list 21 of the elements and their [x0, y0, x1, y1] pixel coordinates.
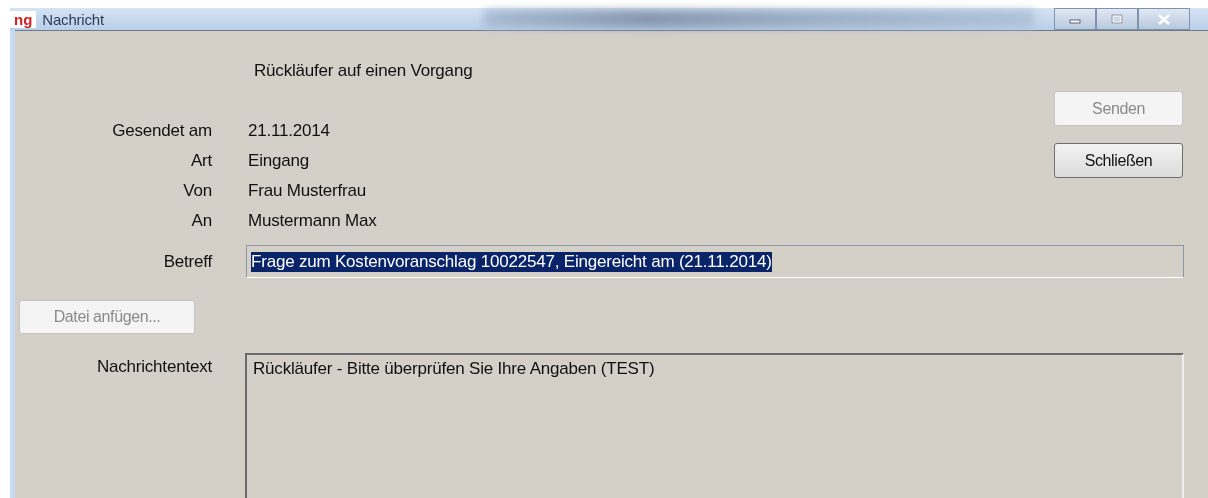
dialog-button[interactable]: Schließen: [1054, 143, 1183, 178]
minimize-button[interactable]: [1054, 8, 1096, 30]
window-title: Nachricht: [42, 10, 104, 28]
message-text-field[interactable]: Rückläufer - Bitte überprüfen Sie Ihre Angaben (TEST): [245, 353, 1184, 498]
message-heading: Rückläufer auf einen Vorgang: [254, 61, 474, 81]
field-value: 21.11.2014: [248, 121, 331, 141]
app-logo: ng: [10, 10, 37, 28]
close-button[interactable]: [1138, 8, 1190, 30]
maximize-icon: [1111, 14, 1123, 24]
field-label: An: [190, 211, 212, 231]
field-label: Nachrichtentext: [95, 356, 212, 378]
field-value: Frau Musterfrau: [248, 181, 367, 201]
field-label: Gesendet am: [111, 121, 212, 141]
field-label: Art: [189, 151, 212, 171]
close-icon: [1157, 13, 1171, 25]
field-value: Mustermann Max: [248, 211, 378, 231]
subject-field[interactable]: Frage zum Kostenvoranschlag 10022547, Eingereicht am (21.11.2014): [246, 245, 1184, 278]
field-label: Von: [182, 181, 212, 201]
field-value: Eingang: [248, 151, 310, 171]
maximize-button[interactable]: [1096, 8, 1138, 30]
field-label: Betreff: [162, 251, 212, 272]
